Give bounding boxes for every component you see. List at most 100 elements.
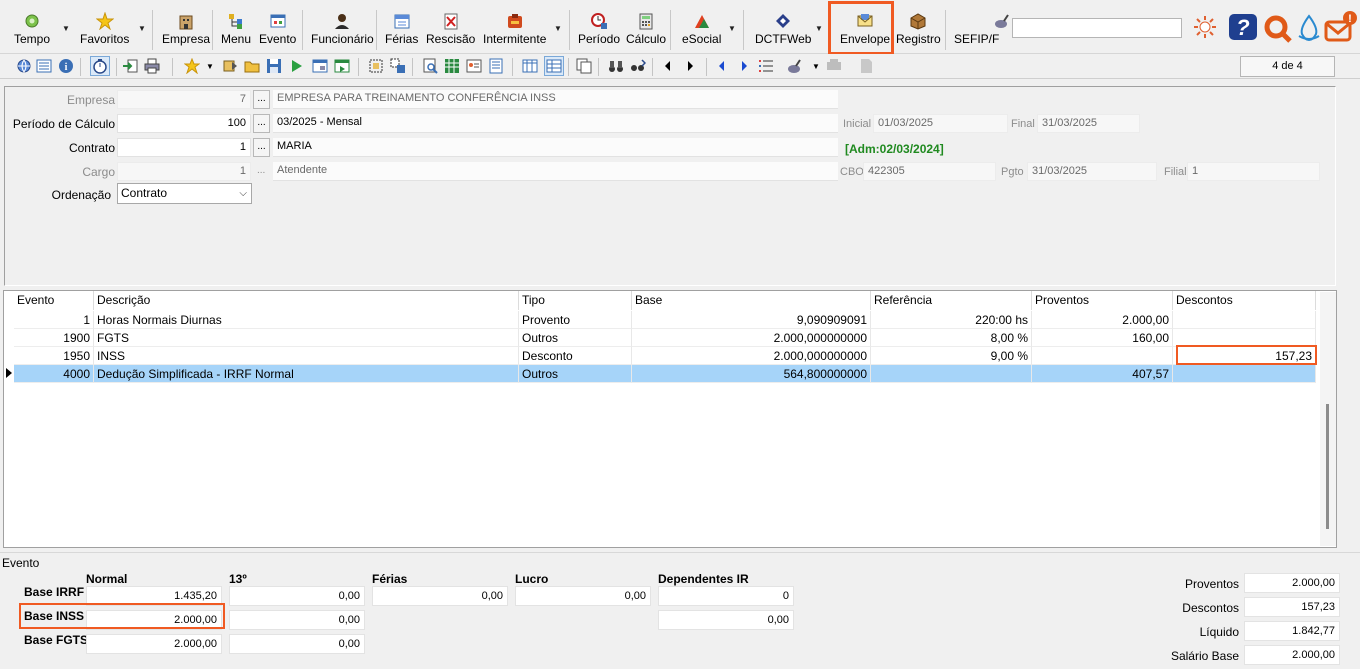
vacation-calendar-icon	[393, 12, 411, 30]
document-list-icon[interactable]	[488, 58, 504, 74]
funcionario-button[interactable]: Funcionário	[311, 12, 374, 50]
previous-blue-arrow-icon[interactable]	[714, 58, 730, 74]
rescisao-label: Rescisão	[426, 32, 476, 46]
copy-icon[interactable]	[576, 58, 592, 74]
table-row-selected[interactable]: 4000 Dedução Simplificada - IRRF Normal …	[14, 365, 1316, 383]
intermitente-button[interactable]: Intermitente	[483, 12, 546, 50]
numbered-list-icon[interactable]	[758, 58, 774, 74]
esocial-dropdown-icon[interactable]: ▼	[728, 24, 736, 33]
table-row[interactable]: 1950 INSS Desconto 2.000,000000000 9,00 …	[14, 347, 1316, 365]
column-header-descontos[interactable]: Descontos	[1173, 291, 1316, 310]
ordenacao-select[interactable]: Contrato ⌵	[117, 183, 252, 204]
cell-evento: 1	[14, 311, 94, 329]
list-view-icon[interactable]	[36, 58, 52, 74]
ribbon-separator	[743, 10, 744, 50]
evento-button[interactable]: Evento	[259, 12, 296, 50]
find-next-icon[interactable]	[630, 58, 646, 74]
cell-descricao: FGTS	[94, 329, 519, 347]
svg-text:?: ?	[1236, 15, 1249, 40]
grid-vertical-scrollbar[interactable]	[1320, 292, 1336, 546]
cell-descricao: INSS	[94, 347, 519, 365]
next-arrow-icon[interactable]	[682, 58, 698, 74]
find-binoculars-icon[interactable]	[608, 58, 624, 74]
toolbar-separator	[598, 58, 599, 76]
zoom-search-icon[interactable]	[422, 58, 438, 74]
esocial-button[interactable]: eSocial	[682, 12, 721, 50]
sefip-input[interactable]	[1012, 18, 1182, 38]
disabled-page-icon	[858, 58, 874, 74]
export-icon[interactable]	[122, 58, 138, 74]
next-blue-arrow-icon[interactable]	[736, 58, 752, 74]
empresa-label: Empresa	[66, 93, 115, 107]
window-go-icon[interactable]	[334, 58, 350, 74]
favoritos-label: Favoritos	[80, 32, 130, 46]
building-icon	[177, 12, 195, 30]
contrato-lookup-button[interactable]: ...	[253, 138, 270, 157]
column-header-tipo[interactable]: Tipo	[519, 291, 632, 310]
menu-button[interactable]: Menu	[221, 12, 251, 50]
column-header-proventos[interactable]: Proventos	[1032, 291, 1173, 310]
column-header-referencia[interactable]: Referência	[871, 291, 1032, 310]
cell-descontos	[1173, 365, 1316, 383]
settings-sun-icon[interactable]	[1192, 14, 1218, 43]
ribbon-separator	[376, 10, 377, 50]
folder-open-icon[interactable]	[244, 58, 260, 74]
toolbar-separator	[358, 58, 359, 76]
tempo-button[interactable]: Tempo	[14, 12, 50, 50]
favorite-star-icon[interactable]	[184, 58, 200, 74]
column-header-descricao[interactable]: Descrição	[94, 291, 519, 310]
grid-columns-icon[interactable]	[522, 58, 538, 74]
table-row[interactable]: 1900 FGTS Outros 2.000,000000000 8,00 % …	[14, 329, 1316, 347]
scrollbar-thumb[interactable]	[1326, 404, 1329, 529]
globe-icon[interactable]	[16, 58, 32, 74]
registro-button[interactable]: Registro	[896, 12, 941, 50]
dctfweb-button[interactable]: DCTFWeb	[755, 12, 811, 50]
user-list-icon[interactable]	[466, 58, 482, 74]
spreadsheet-icon[interactable]	[444, 58, 460, 74]
intermitente-dropdown-icon[interactable]: ▼	[554, 24, 562, 33]
rescisao-button[interactable]: Rescisão	[426, 12, 475, 50]
contrato-code-field[interactable]: 1	[117, 138, 251, 157]
select-area-icon[interactable]	[368, 58, 384, 74]
events-grid: Evento Descrição Tipo Base Referência Pr…	[3, 290, 1337, 548]
inss-discount-highlight-box	[1176, 345, 1317, 365]
play-icon[interactable]	[288, 58, 304, 74]
save-disk-icon[interactable]	[266, 58, 282, 74]
stamp-dropdown-icon[interactable]: ▼	[808, 58, 824, 74]
sefip-button[interactable]: SEFIP/F	[954, 12, 1010, 50]
empresa-button[interactable]: Empresa	[162, 12, 210, 50]
move-items-icon[interactable]	[390, 58, 406, 74]
notification-mail-icon[interactable]: !	[1324, 10, 1358, 49]
table-row[interactable]: 1 Horas Normais Diurnas Provento 9,09090…	[14, 311, 1316, 329]
ferias-button[interactable]: Férias	[385, 12, 418, 50]
favorite-dropdown-icon[interactable]: ▼	[202, 58, 218, 74]
info-icon[interactable]: i	[58, 58, 74, 74]
tempo-dropdown-icon[interactable]: ▼	[62, 24, 70, 33]
search-q-icon[interactable]	[1263, 14, 1293, 47]
toolbar-separator	[652, 58, 653, 76]
column-header-base[interactable]: Base	[632, 291, 871, 310]
ribbon-separator	[212, 10, 213, 50]
stamp-tool-icon[interactable]	[786, 58, 802, 74]
col-dependentes-header: Dependentes IR	[658, 572, 749, 586]
calculo-button[interactable]: Cálculo	[626, 12, 666, 50]
previous-arrow-icon[interactable]	[660, 58, 676, 74]
grid-rows-icon[interactable]	[544, 56, 564, 76]
stopwatch-icon[interactable]	[90, 56, 110, 76]
periodo-button[interactable]: Período	[578, 12, 620, 50]
periodo-lookup-button[interactable]: ...	[253, 114, 270, 133]
descontos-total-label: Descontos	[1182, 601, 1239, 615]
row-indicator-arrow-icon	[6, 368, 12, 378]
periodo-code-field[interactable]: 100	[117, 114, 251, 133]
cell-descontos	[1173, 311, 1316, 329]
contrato-label: Contrato	[68, 141, 115, 155]
favoritos-button[interactable]: Favoritos	[80, 12, 129, 50]
print-icon[interactable]	[144, 58, 160, 74]
first-record-icon[interactable]	[222, 58, 238, 74]
help-icon[interactable]: ?	[1228, 12, 1258, 45]
column-header-evento[interactable]: Evento	[14, 291, 94, 310]
dctfweb-dropdown-icon[interactable]: ▼	[815, 24, 823, 33]
window-icon[interactable]	[312, 58, 328, 74]
water-drop-icon[interactable]	[1296, 14, 1322, 45]
favoritos-dropdown-icon[interactable]: ▼	[138, 24, 146, 33]
